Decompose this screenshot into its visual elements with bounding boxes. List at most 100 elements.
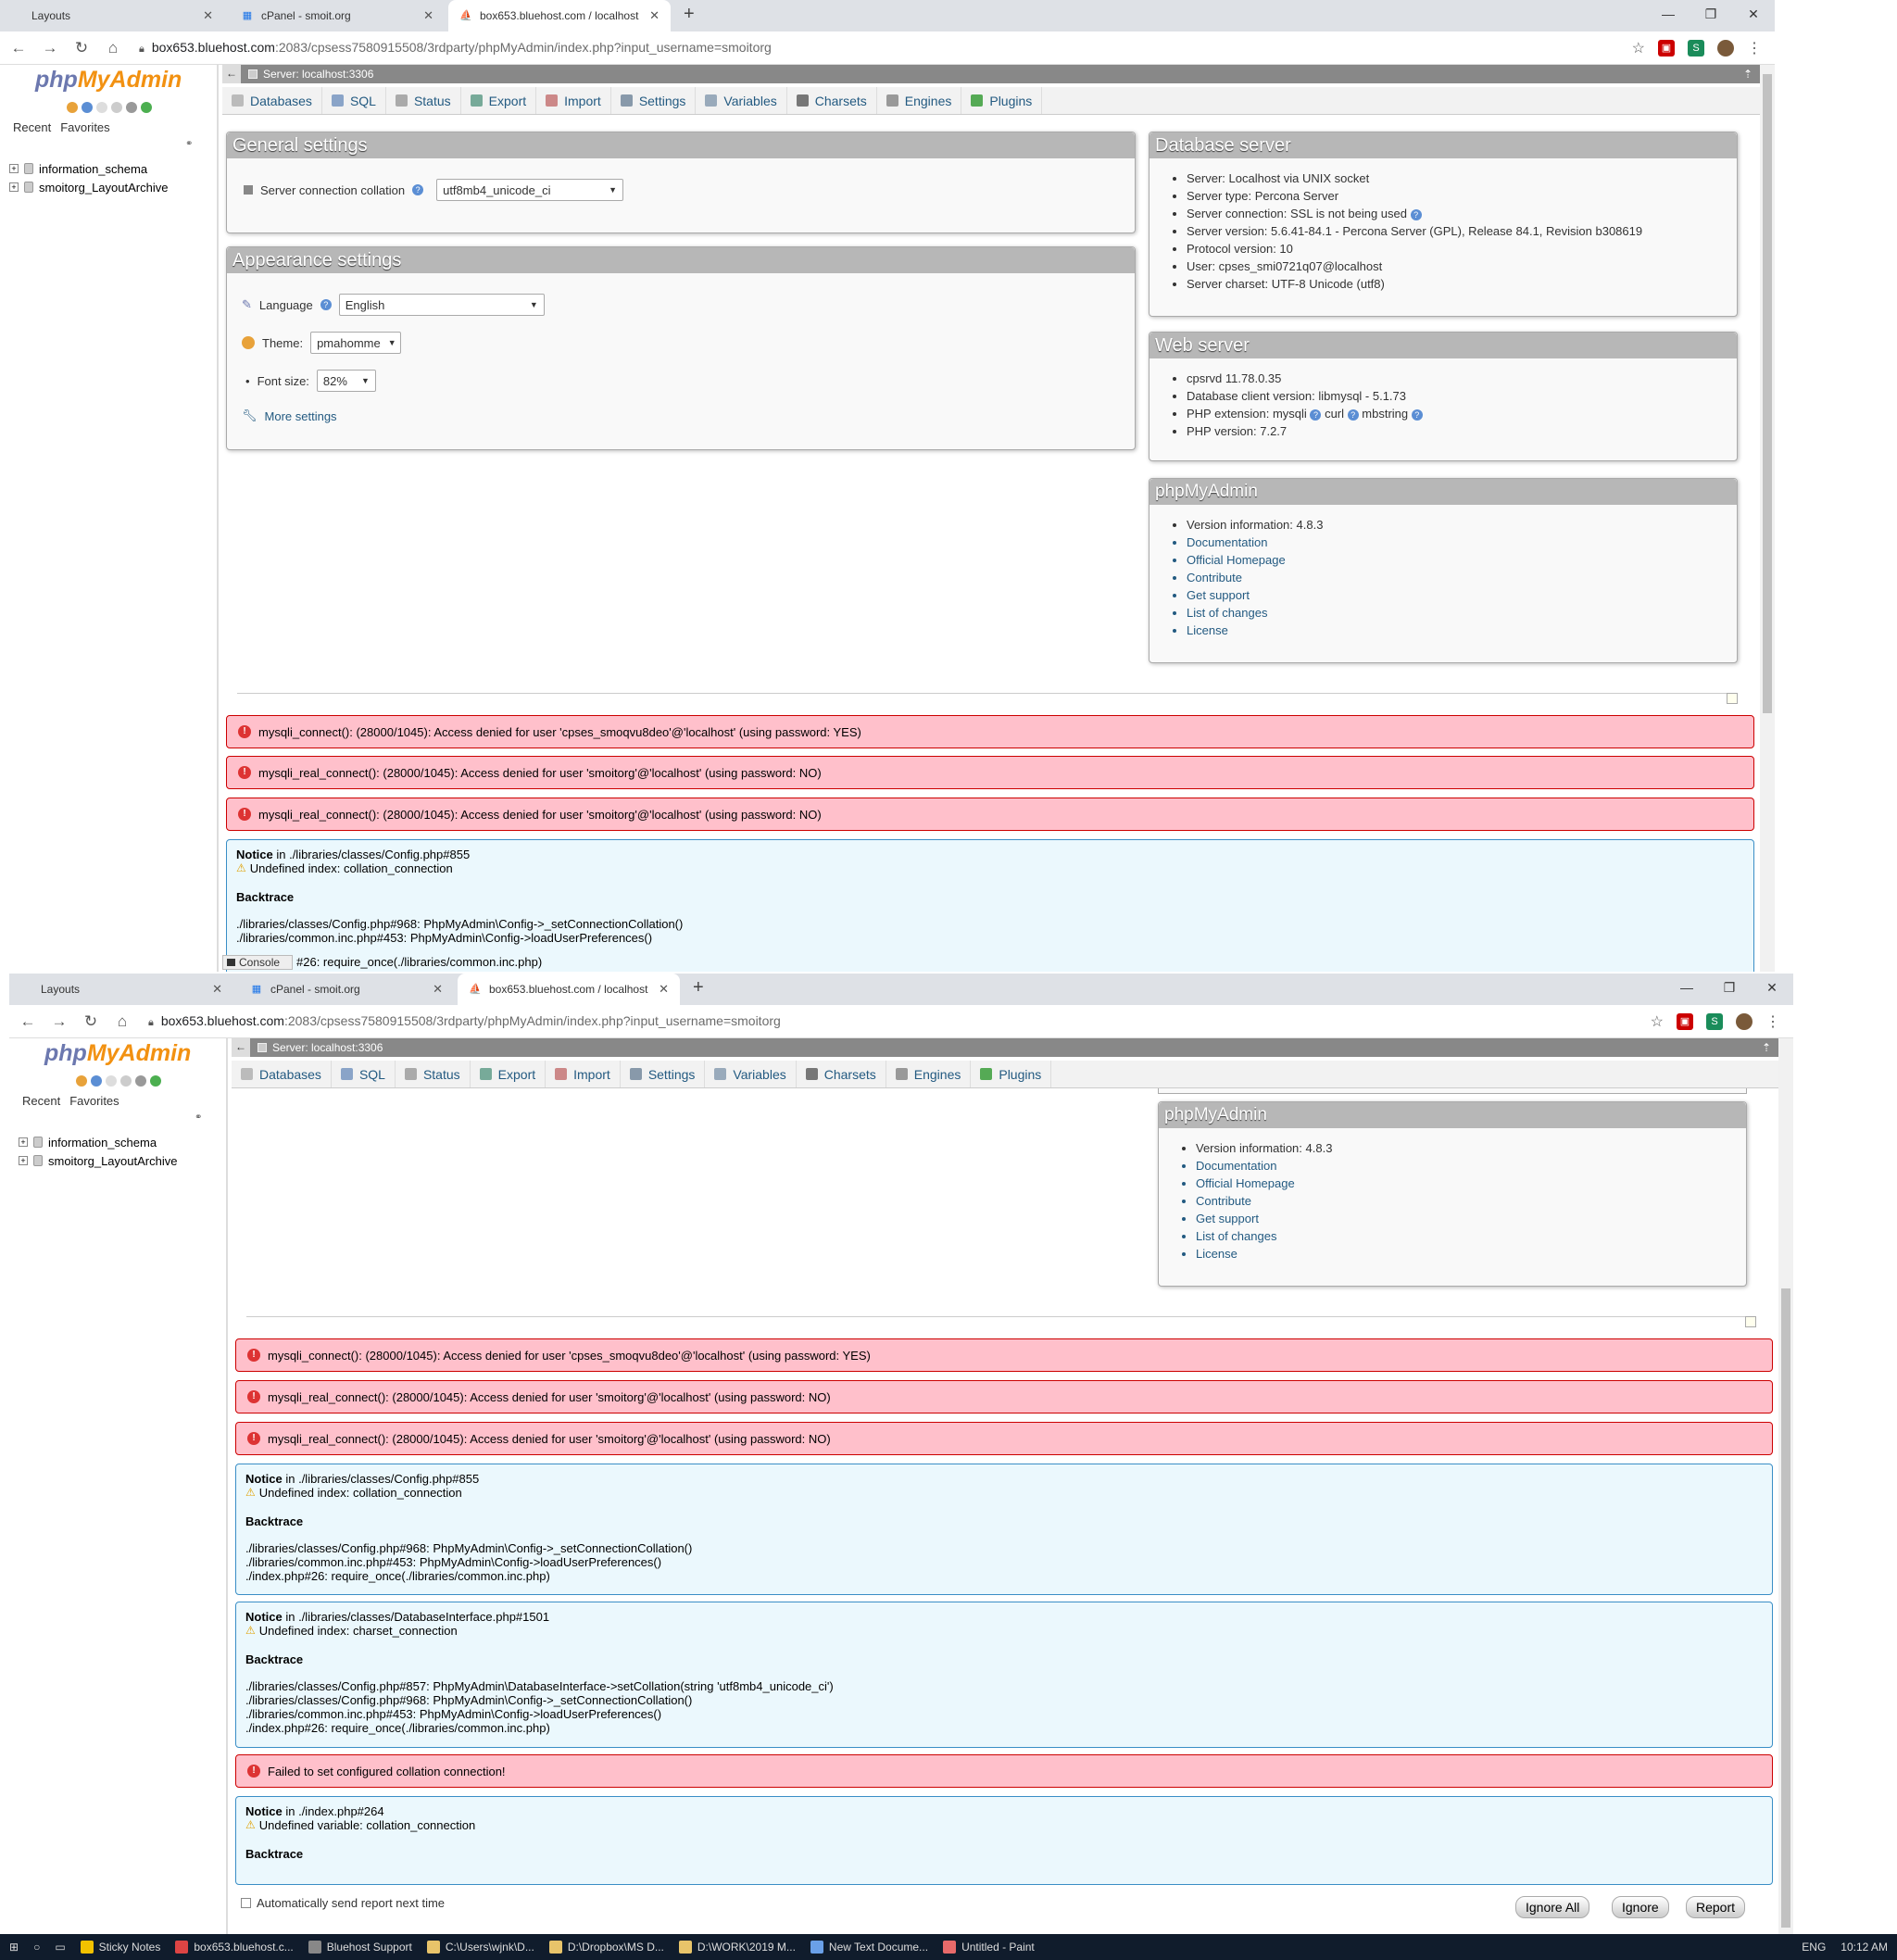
collapse-icon[interactable]: ← <box>222 65 241 83</box>
home-icon[interactable]: ⌂ <box>109 1012 135 1031</box>
logout-icon[interactable] <box>82 102 93 113</box>
forward-icon[interactable]: → <box>37 39 63 57</box>
scrollbar[interactable] <box>1778 1038 1793 1957</box>
help-icon[interactable]: ? <box>1411 408 1423 421</box>
browser-tab-phpmyadmin[interactable]: ⛵ box653.bluehost.com / localhost ✕ <box>448 0 671 31</box>
phpmyadmin-logo[interactable]: phpMyAdmin <box>44 1040 191 1067</box>
new-tab-icon[interactable]: + <box>684 4 695 25</box>
close-icon[interactable]: ✕ <box>659 982 669 997</box>
expand-icon[interactable]: + <box>19 1137 28 1147</box>
tab-status[interactable]: Status <box>386 87 461 114</box>
avatar[interactable] <box>1736 1012 1753 1030</box>
close-window-icon[interactable]: ✕ <box>1732 0 1775 28</box>
home-icon[interactable] <box>76 1075 87 1087</box>
reload-nav-icon[interactable] <box>141 102 152 113</box>
expand-icon[interactable]: + <box>9 182 19 192</box>
tab-plugins[interactable]: Plugins <box>971 1061 1052 1087</box>
support-link[interactable]: Get support <box>1196 1210 1746 1227</box>
tab-import[interactable]: Import <box>546 1061 621 1087</box>
taskbar-item[interactable]: Untitled - Paint <box>943 1941 1035 1954</box>
db-item-layoutarchive[interactable]: + smoitorg_LayoutArchive <box>9 178 168 196</box>
taskbar-item[interactable]: D:\WORK\2019 M... <box>678 1941 796 1954</box>
tab-engines[interactable]: Engines <box>877 87 962 114</box>
forward-icon[interactable]: → <box>46 1012 72 1031</box>
taskbar-item[interactable]: D:\Dropbox\MS D... <box>548 1941 664 1954</box>
docs-icon[interactable] <box>106 1075 117 1087</box>
ext-red-icon[interactable]: ▣ <box>1658 39 1675 57</box>
tab-databases[interactable]: Databases <box>222 87 322 114</box>
db-item-information-schema[interactable]: + information_schema <box>9 159 168 178</box>
license-link[interactable]: License <box>1187 622 1737 639</box>
license-link[interactable]: License <box>1196 1245 1746 1263</box>
star-icon[interactable]: ☆ <box>1651 1012 1664 1031</box>
auto-send-checkbox[interactable]: Automatically send report next time <box>241 1896 445 1910</box>
fontsize-select[interactable]: 82% ▼ <box>316 370 376 392</box>
gear-icon[interactable] <box>135 1075 146 1087</box>
help-icon[interactable]: ? <box>1347 408 1359 421</box>
expand-icon[interactable]: + <box>19 1156 28 1165</box>
taskbar-item[interactable]: Sticky Notes <box>80 1941 160 1954</box>
scrollbar[interactable] <box>1760 65 1775 972</box>
ignore-all-button[interactable]: Ignore All <box>1515 1896 1590 1918</box>
tab-variables[interactable]: Variables <box>705 1061 797 1087</box>
ext-s-icon[interactable]: S <box>1706 1012 1723 1030</box>
url-field[interactable]: 🔒︎ box653.bluehost.com:2083/cpsess7580915… <box>148 1013 1651 1029</box>
help-icon[interactable]: ? <box>412 184 424 195</box>
avatar[interactable] <box>1717 39 1734 57</box>
recent-tab[interactable]: Recent <box>13 120 51 134</box>
docs-icon-2[interactable] <box>111 102 122 113</box>
tab-settings[interactable]: Settings <box>621 1061 706 1087</box>
star-icon[interactable]: ☆ <box>1632 39 1645 57</box>
browser-tab-cpanel[interactable]: ▦ cPanel - smoit.org ✕ <box>230 0 445 31</box>
close-icon[interactable]: ✕ <box>423 8 433 23</box>
menu-dots-icon[interactable]: ⋮ <box>1747 39 1762 57</box>
ext-s-icon[interactable]: S <box>1688 39 1704 57</box>
taskbar-item[interactable]: Bluehost Support <box>308 1941 412 1954</box>
report-button[interactable]: Report <box>1686 1896 1746 1918</box>
scroll-top-icon[interactable]: ⇡ <box>1762 1041 1771 1054</box>
browser-tab-layouts[interactable]: Layouts ✕ <box>20 0 224 31</box>
language-select[interactable]: English ▼ <box>338 294 545 316</box>
help-icon[interactable]: ? <box>1410 208 1422 220</box>
reload-icon[interactable]: ↻ <box>78 1012 104 1031</box>
close-icon[interactable]: ✕ <box>203 8 213 23</box>
phpmyadmin-logo[interactable]: phpMyAdmin <box>35 67 182 94</box>
taskbar-item[interactable]: C:\Users\wjnk\D... <box>426 1941 534 1954</box>
collapse-icon[interactable]: ← <box>232 1038 250 1057</box>
gear-icon[interactable] <box>126 102 137 113</box>
favorites-tab[interactable]: Favorites <box>69 1094 119 1108</box>
taskbar-item[interactable]: box653.bluehost.c... <box>175 1941 294 1954</box>
tab-sql[interactable]: SQL <box>332 1061 396 1087</box>
contribute-link[interactable]: Contribute <box>1187 569 1737 586</box>
menu-dots-icon[interactable]: ⋮ <box>1765 1012 1780 1031</box>
changes-link[interactable]: List of changes <box>1196 1227 1746 1245</box>
tab-plugins[interactable]: Plugins <box>961 87 1043 114</box>
home-icon[interactable] <box>67 102 78 113</box>
back-icon[interactable]: ← <box>6 39 31 57</box>
contribute-link[interactable]: Contribute <box>1196 1192 1746 1210</box>
new-tab-icon[interactable]: + <box>693 977 704 999</box>
tab-variables[interactable]: Variables <box>696 87 787 114</box>
search-icon[interactable]: ○ <box>33 1941 40 1954</box>
report-toggle-icon[interactable] <box>1745 1316 1756 1327</box>
docs-icon[interactable] <box>96 102 107 113</box>
reload-nav-icon[interactable] <box>150 1075 161 1087</box>
restore-icon[interactable]: ❐ <box>1690 0 1732 28</box>
close-icon[interactable]: ✕ <box>433 982 443 997</box>
minimize-icon[interactable]: — <box>1647 0 1690 28</box>
homepage-link[interactable]: Official Homepage <box>1187 551 1737 569</box>
close-icon[interactable]: ✕ <box>649 8 660 23</box>
support-link[interactable]: Get support <box>1187 586 1737 604</box>
report-toggle-icon[interactable] <box>1727 693 1738 704</box>
scroll-top-icon[interactable]: ⇡ <box>1743 68 1753 81</box>
ignore-button[interactable]: Ignore <box>1612 1896 1669 1918</box>
ext-red-icon[interactable]: ▣ <box>1677 1012 1693 1030</box>
taskview-icon[interactable]: ▭ <box>55 1941 65 1954</box>
close-window-icon[interactable]: ✕ <box>1751 974 1793 1001</box>
url-field[interactable]: 🔒︎ box653.bluehost.com:2083/cpsess7580915… <box>139 40 1632 56</box>
browser-tab-phpmyadmin[interactable]: ⛵ box653.bluehost.com / localhost ✕ <box>458 974 680 1005</box>
browser-tab-cpanel[interactable]: ▦ cPanel - smoit.org ✕ <box>239 974 454 1005</box>
tab-status[interactable]: Status <box>396 1061 471 1087</box>
more-settings-link[interactable]: 🔧︎ More settings <box>242 408 337 423</box>
changes-link[interactable]: List of changes <box>1187 604 1737 622</box>
